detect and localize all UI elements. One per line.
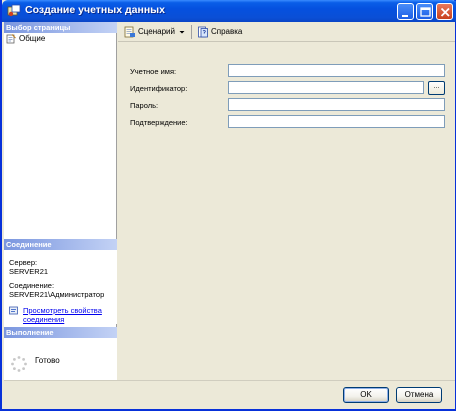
- cancel-button[interactable]: Отмена: [396, 387, 442, 403]
- left-panel: Выбор страницы Общие Соединение Сервер: …: [4, 22, 117, 380]
- password-input[interactable]: [228, 98, 445, 111]
- close-icon: [440, 7, 450, 17]
- script-icon: [124, 26, 135, 37]
- script-button[interactable]: Сценарий: [122, 24, 188, 40]
- page-icon: [6, 33, 16, 43]
- nav-item-general[interactable]: Общие: [6, 33, 45, 44]
- progress-header: Выполнение: [4, 327, 117, 338]
- title-bar[interactable]: Создание учетных данных: [2, 0, 456, 22]
- progress-area: Готово: [4, 338, 117, 380]
- toolbar-divider: [190, 24, 192, 39]
- confirm-password-label: Подтверждение:: [130, 118, 188, 127]
- chevron-down-icon[interactable]: [178, 28, 186, 36]
- toolbar: Сценарий Справка: [118, 22, 455, 42]
- connection-info: Сервер: SERVER21 Соединение: SERVER21\Ад…: [4, 250, 117, 324]
- identity-input[interactable]: [228, 81, 424, 94]
- server-label: Сервер:: [9, 258, 38, 267]
- server-value: SERVER21: [9, 267, 49, 276]
- help-button[interactable]: Справка: [195, 24, 244, 40]
- credential-name-input[interactable]: [228, 64, 445, 77]
- connection-label: Соединение:: [9, 281, 55, 290]
- button-bar: OK Отмена: [4, 380, 455, 409]
- dialog-window: Создание учетных данных Выбор страницы О…: [0, 0, 456, 411]
- credential-app-icon: [7, 4, 21, 17]
- connection-header: Соединение: [4, 239, 117, 250]
- main-panel: Сценарий Справка Учетное имя: Идентифика…: [118, 22, 455, 380]
- password-label: Пароль:: [130, 101, 159, 110]
- nav-item-label: Общие: [19, 34, 46, 43]
- minimize-icon: [402, 15, 408, 17]
- credential-name-label: Учетное имя:: [130, 67, 177, 76]
- ok-button[interactable]: OK: [343, 387, 389, 403]
- browse-button[interactable]: ...: [428, 81, 445, 95]
- identity-label: Идентификатор:: [130, 84, 188, 93]
- window-title: Создание учетных данных: [25, 4, 165, 16]
- minimize-button[interactable]: [397, 3, 414, 20]
- properties-icon: [9, 306, 18, 315]
- confirm-password-input[interactable]: [228, 115, 445, 128]
- help-icon: [198, 26, 208, 37]
- close-button[interactable]: [436, 3, 453, 20]
- select-page-header: Выбор страницы: [4, 22, 117, 33]
- view-properties-link[interactable]: Просмотреть свойства соединения: [23, 306, 113, 324]
- maximize-icon: [420, 7, 431, 17]
- script-label: Сценарий: [138, 27, 175, 36]
- progress-spinner-icon: [11, 356, 27, 372]
- help-label: Справка: [210, 27, 243, 36]
- view-properties-row[interactable]: Просмотреть свойства соединения: [9, 306, 113, 324]
- connection-value: SERVER21\Администратор: [9, 290, 105, 299]
- maximize-button[interactable]: [416, 3, 433, 20]
- status-text: Готово: [35, 356, 60, 365]
